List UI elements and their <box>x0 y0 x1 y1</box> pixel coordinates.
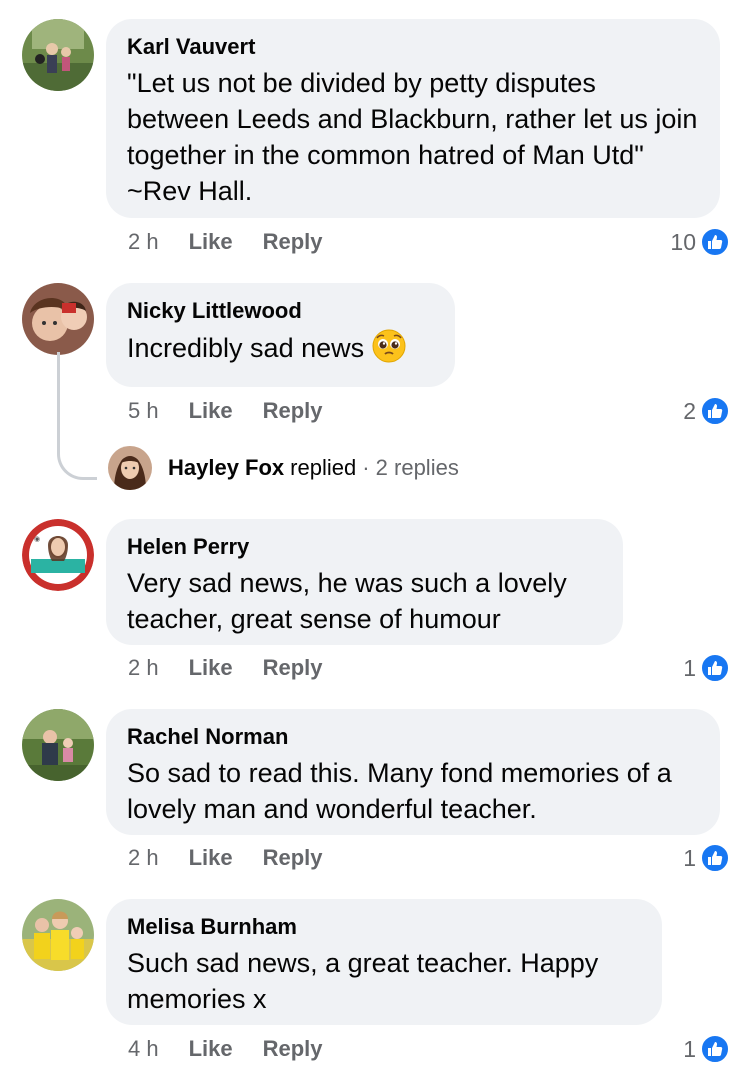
comment-actions: 2 h Like Reply <box>128 227 353 257</box>
like-button[interactable]: Like <box>189 398 233 423</box>
comment-bubble: Karl Vauvert "Let us not be divided by p… <box>106 19 720 218</box>
comment-bubble: Helen Perry Very sad news, he was such a… <box>106 519 623 645</box>
reaction-count[interactable]: 10 <box>670 227 730 257</box>
like-button[interactable]: Like <box>189 229 233 254</box>
reaction-count[interactable]: 1 <box>683 653 730 683</box>
avatar[interactable] <box>22 19 94 91</box>
reply-button[interactable]: Reply <box>263 845 323 870</box>
like-button[interactable]: Like <box>189 845 233 870</box>
avatar[interactable] <box>22 709 94 781</box>
comment-time[interactable]: 5 h <box>128 398 159 423</box>
reply-button[interactable]: Reply <box>263 655 323 680</box>
comment-actions: 2 h Like Reply <box>128 653 353 683</box>
comment-text: Such sad news, a great teacher. Happy me… <box>127 948 599 1014</box>
avatar[interactable]: ◉ <box>22 519 94 591</box>
reply-button[interactable]: Reply <box>263 229 323 254</box>
comment-actions: 5 h Like Reply <box>128 396 353 426</box>
comment-time[interactable]: 4 h <box>128 1036 159 1061</box>
comment-author[interactable]: Karl Vauvert <box>127 33 698 61</box>
like-button[interactable]: Like <box>189 1036 233 1061</box>
comment-author[interactable]: Rachel Norman <box>127 723 698 751</box>
reply-button[interactable]: Reply <box>263 398 323 423</box>
svg-text:◉: ◉ <box>34 535 40 543</box>
comment-time[interactable]: 2 h <box>128 655 159 680</box>
reply-count: · 2 replies <box>362 455 459 480</box>
comment-text: "Let us not be divided by petty disputes… <box>127 68 698 206</box>
comment-text: Very sad news, he was such a lovely teac… <box>127 568 567 634</box>
comment-author[interactable]: Nicky Littlewood <box>127 297 433 325</box>
like-count: 1 <box>683 654 696 681</box>
thumbs-up-icon <box>700 843 730 873</box>
reaction-count[interactable]: 2 <box>683 396 730 426</box>
like-count: 2 <box>683 397 696 424</box>
thumbs-up-icon <box>700 1034 730 1064</box>
reply-button[interactable]: Reply <box>263 1036 323 1061</box>
reaction-count[interactable]: 1 <box>683 843 730 873</box>
replies-summary[interactable]: Hayley Fox replied · 2 replies <box>108 446 459 490</box>
like-count: 1 <box>683 844 696 871</box>
comment-bubble: Nicky Littlewood Incredibly sad news <box>106 283 455 387</box>
comment-bubble: Melisa Burnham Such sad news, a great te… <box>106 899 662 1025</box>
avatar[interactable] <box>22 899 94 971</box>
reply-thread-line <box>57 352 97 480</box>
reply-verb: replied <box>290 455 357 480</box>
comment-author[interactable]: Melisa Burnham <box>127 913 640 941</box>
reply-author[interactable]: Hayley Fox <box>168 455 284 481</box>
avatar[interactable] <box>108 446 152 490</box>
comment-actions: 2 h Like Reply <box>128 843 353 873</box>
comment-author[interactable]: Helen Perry <box>127 533 601 561</box>
thumbs-up-icon <box>700 227 730 257</box>
comment-bubble: Rachel Norman So sad to read this. Many … <box>106 709 720 835</box>
comment-text: Incredibly sad news <box>127 329 433 372</box>
pleading-face-emoji <box>372 329 406 372</box>
comment-time[interactable]: 2 h <box>128 229 159 254</box>
comment-time[interactable]: 2 h <box>128 845 159 870</box>
like-button[interactable]: Like <box>189 655 233 680</box>
avatar[interactable] <box>22 283 94 355</box>
thumbs-up-icon <box>700 396 730 426</box>
comment-actions: 4 h Like Reply <box>128 1034 353 1064</box>
like-count: 1 <box>683 1035 696 1062</box>
like-count: 10 <box>670 228 696 255</box>
comment-text: So sad to read this. Many fond memories … <box>127 758 672 824</box>
reaction-count[interactable]: 1 <box>683 1034 730 1064</box>
thumbs-up-icon <box>700 653 730 683</box>
comment-text-content: Incredibly sad news <box>127 333 365 363</box>
